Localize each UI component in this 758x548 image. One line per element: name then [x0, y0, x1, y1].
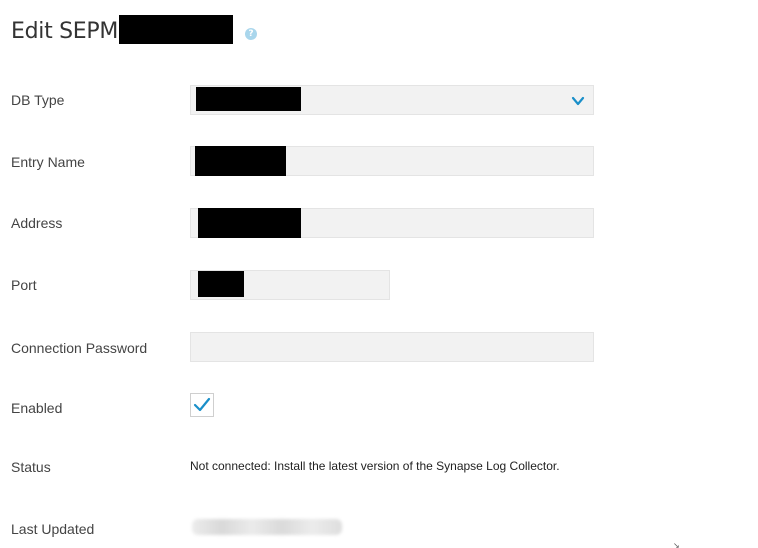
status-label: Status — [11, 459, 51, 475]
checkmark-icon — [193, 397, 211, 412]
connection-password-input[interactable] — [190, 332, 594, 362]
status-value: Not connected: Install the latest versio… — [190, 459, 560, 473]
db-type-label: DB Type — [11, 92, 65, 108]
page-title: Edit SEPM: — [11, 19, 126, 44]
mouse-cursor-icon: ↘ — [673, 541, 680, 548]
redacted-port-value — [198, 271, 244, 297]
chevron-down-icon — [571, 96, 585, 106]
question-circle-icon[interactable]: ? — [245, 28, 257, 40]
last-updated-value-blurred — [192, 519, 342, 535]
enabled-label: Enabled — [11, 400, 63, 416]
enabled-checkbox[interactable] — [190, 393, 214, 417]
redacted-entry-name-value — [195, 146, 286, 176]
connection-password-label: Connection Password — [11, 340, 148, 356]
port-label: Port — [11, 277, 37, 293]
redacted-title-name — [119, 15, 233, 44]
redacted-address-value — [198, 208, 301, 238]
address-label: Address — [11, 215, 63, 231]
redacted-db-type-value — [196, 87, 301, 111]
entry-name-label: Entry Name — [11, 154, 85, 170]
last-updated-label: Last Updated — [11, 521, 95, 537]
